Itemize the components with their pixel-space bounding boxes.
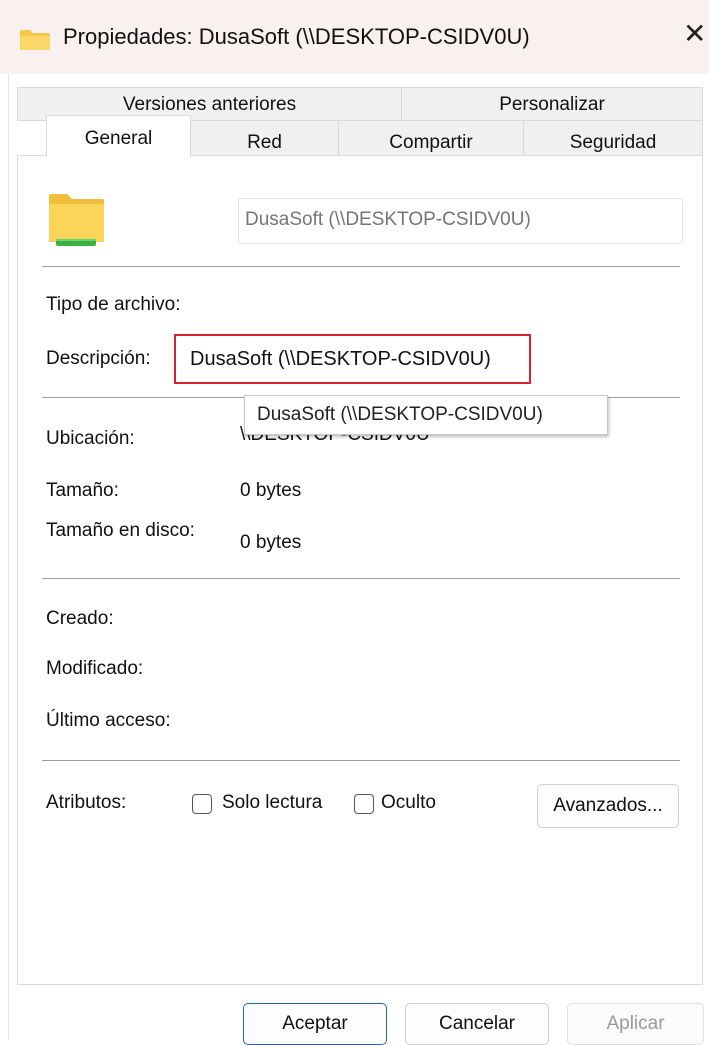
oculto-checkbox[interactable] (354, 794, 374, 814)
separator (42, 578, 680, 579)
ubicacion-label: Ubicación: (46, 428, 135, 449)
window-title: Propiedades: DusaSoft (\\DESKTOP-CSIDV0U… (63, 24, 530, 49)
tab-general[interactable]: General (46, 115, 191, 157)
separator (42, 760, 680, 761)
oculto-label: Oculto (381, 792, 436, 813)
window-border (8, 74, 9, 1039)
network-folder-icon (49, 194, 104, 246)
descripcion-value: DusaSoft (\\DESKTOP-CSIDV0U) (174, 334, 531, 384)
ultimo-acceso-label: Último acceso: (46, 710, 171, 731)
tab-personalizar[interactable]: Personalizar (401, 87, 703, 121)
creado-label: Creado: (46, 608, 114, 629)
avanzados-button[interactable]: Avanzados... (537, 784, 679, 828)
solo-lectura-label: Solo lectura (222, 792, 323, 813)
name-field[interactable]: DusaSoft (\\DESKTOP-CSIDV0U) (238, 198, 683, 244)
tamano-value: 0 bytes (240, 480, 302, 501)
solo-lectura-checkbox[interactable] (192, 794, 212, 814)
title-bar: Propiedades: DusaSoft (\\DESKTOP-CSIDV0U… (0, 0, 709, 74)
separator (42, 266, 680, 267)
descripcion-label: Descripción: (46, 348, 151, 369)
close-button[interactable]: ✕ (683, 20, 706, 48)
atributos-label: Atributos: (46, 792, 127, 813)
tamano-disco-label: Tamaño en disco: (46, 520, 195, 541)
modificado-label: Modificado: (46, 658, 144, 679)
tooltip: DusaSoft (\\DESKTOP-CSIDV0U) (244, 395, 608, 435)
folder-icon (20, 30, 50, 50)
tipo-archivo-label: Tipo de archivo: (46, 294, 181, 315)
tab-compartir[interactable]: Compartir (338, 120, 524, 156)
tamano-disco-value: 0 bytes (240, 532, 302, 553)
tamano-label: Tamaño: (46, 480, 119, 501)
tab-red[interactable]: Red (190, 120, 339, 156)
tab-seguridad[interactable]: Seguridad (523, 120, 703, 156)
general-panel (17, 155, 703, 985)
